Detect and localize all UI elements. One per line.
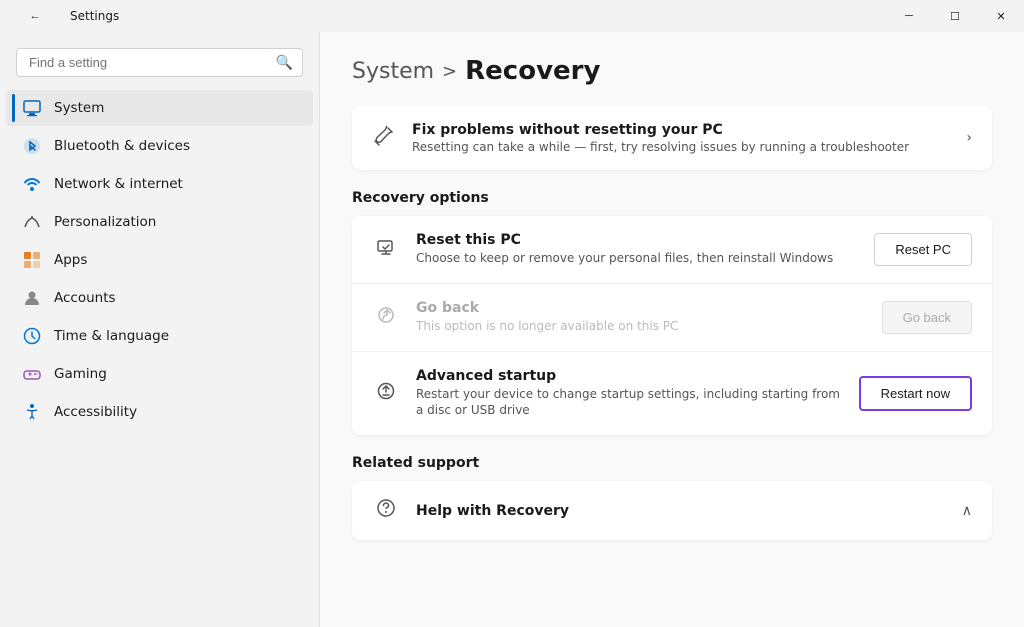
sidebar-item-time[interactable]: Time & language: [6, 318, 313, 354]
window-controls: ─ ☐ ✕: [886, 0, 1024, 32]
help-recovery-chevron: ∧: [962, 503, 972, 519]
sidebar-label-gaming: Gaming: [54, 366, 107, 382]
accounts-icon: [22, 288, 42, 308]
advanced-startup-subtitle: Restart your device to change startup se…: [416, 386, 843, 420]
search-input[interactable]: [16, 48, 303, 77]
sidebar-label-time: Time & language: [54, 328, 169, 344]
advanced-startup-icon: [372, 380, 400, 407]
sidebar-label-personalization: Personalization: [54, 214, 156, 230]
maximize-button[interactable]: ☐: [932, 0, 978, 32]
help-recovery-card: Help with Recovery ∧: [352, 481, 992, 540]
go-back-title: Go back: [416, 300, 866, 316]
reset-pc-title: Reset this PC: [416, 232, 858, 248]
sidebar-item-network[interactable]: Network & internet: [6, 166, 313, 202]
recovery-options-card: Reset this PC Choose to keep or remove y…: [352, 216, 992, 435]
accessibility-icon: [22, 402, 42, 422]
network-icon: [22, 174, 42, 194]
go-back-button: Go back: [882, 301, 972, 334]
back-button[interactable]: ←: [12, 0, 58, 32]
sidebar-label-accessibility: Accessibility: [54, 404, 137, 420]
search-container: 🔍: [16, 48, 303, 77]
apps-icon: [22, 250, 42, 270]
go-back-subtitle: This option is no longer available on th…: [416, 318, 866, 335]
app-body: 🔍 System Bluetooth & devices: [0, 32, 1024, 627]
content-area: System > Recovery Fix problems without r…: [320, 32, 1024, 627]
sidebar-item-gaming[interactable]: Gaming: [6, 356, 313, 392]
sidebar-label-accounts: Accounts: [54, 290, 116, 306]
sidebar: 🔍 System Bluetooth & devices: [0, 32, 320, 627]
recovery-options-header: Recovery options: [352, 190, 992, 206]
sidebar-label-apps: Apps: [54, 252, 87, 268]
sidebar-label-network: Network & internet: [54, 176, 183, 192]
advanced-startup-text: Advanced startup Restart your device to …: [416, 368, 843, 420]
advanced-startup-title: Advanced startup: [416, 368, 843, 384]
bluetooth-icon: [22, 136, 42, 156]
close-button[interactable]: ✕: [978, 0, 1024, 32]
go-back-row: Go back This option is no longer availab…: [352, 284, 992, 352]
advanced-startup-row: Advanced startup Restart your device to …: [352, 352, 992, 436]
fix-problems-subtitle: Resetting can take a while — first, try …: [412, 140, 950, 154]
titlebar-left: ← Settings: [12, 0, 119, 32]
system-icon: [22, 98, 42, 118]
restart-now-button[interactable]: Restart now: [859, 376, 972, 411]
go-back-text: Go back This option is no longer availab…: [416, 300, 866, 335]
reset-pc-button[interactable]: Reset PC: [874, 233, 972, 266]
sidebar-item-accessibility[interactable]: Accessibility: [6, 394, 313, 430]
help-recovery-icon: [372, 497, 400, 524]
sidebar-item-system[interactable]: System: [6, 90, 313, 126]
breadcrumb-separator: >: [442, 61, 457, 82]
breadcrumb-current: Recovery: [465, 56, 600, 86]
sidebar-item-bluetooth[interactable]: Bluetooth & devices: [6, 128, 313, 164]
app-title: Settings: [70, 9, 119, 23]
sidebar-label-system: System: [54, 100, 104, 116]
fix-problems-card[interactable]: Fix problems without resetting your PC R…: [352, 106, 992, 170]
go-back-icon: [372, 304, 400, 331]
gaming-icon: [22, 364, 42, 384]
search-icon: 🔍: [276, 55, 293, 71]
time-icon: [22, 326, 42, 346]
help-recovery-row[interactable]: Help with Recovery ∧: [352, 481, 992, 540]
related-support-header: Related support: [352, 455, 992, 471]
fix-problems-text: Fix problems without resetting your PC R…: [412, 122, 950, 154]
reset-pc-subtitle: Choose to keep or remove your personal f…: [416, 250, 858, 267]
reset-pc-row: Reset this PC Choose to keep or remove y…: [352, 216, 992, 284]
titlebar: ← Settings ─ ☐ ✕: [0, 0, 1024, 32]
fix-icon: [372, 124, 396, 153]
sidebar-item-personalization[interactable]: Personalization: [6, 204, 313, 240]
help-recovery-title: Help with Recovery: [416, 503, 946, 519]
sidebar-label-bluetooth: Bluetooth & devices: [54, 138, 190, 154]
sidebar-item-accounts[interactable]: Accounts: [6, 280, 313, 316]
breadcrumb: System > Recovery: [352, 56, 992, 86]
reset-pc-icon: [372, 236, 400, 263]
fix-problems-chevron: ›: [966, 130, 972, 146]
personalization-icon: [22, 212, 42, 232]
fix-problems-title: Fix problems without resetting your PC: [412, 122, 950, 138]
reset-pc-text: Reset this PC Choose to keep or remove y…: [416, 232, 858, 267]
breadcrumb-system[interactable]: System: [352, 59, 434, 84]
minimize-button[interactable]: ─: [886, 0, 932, 32]
sidebar-item-apps[interactable]: Apps: [6, 242, 313, 278]
